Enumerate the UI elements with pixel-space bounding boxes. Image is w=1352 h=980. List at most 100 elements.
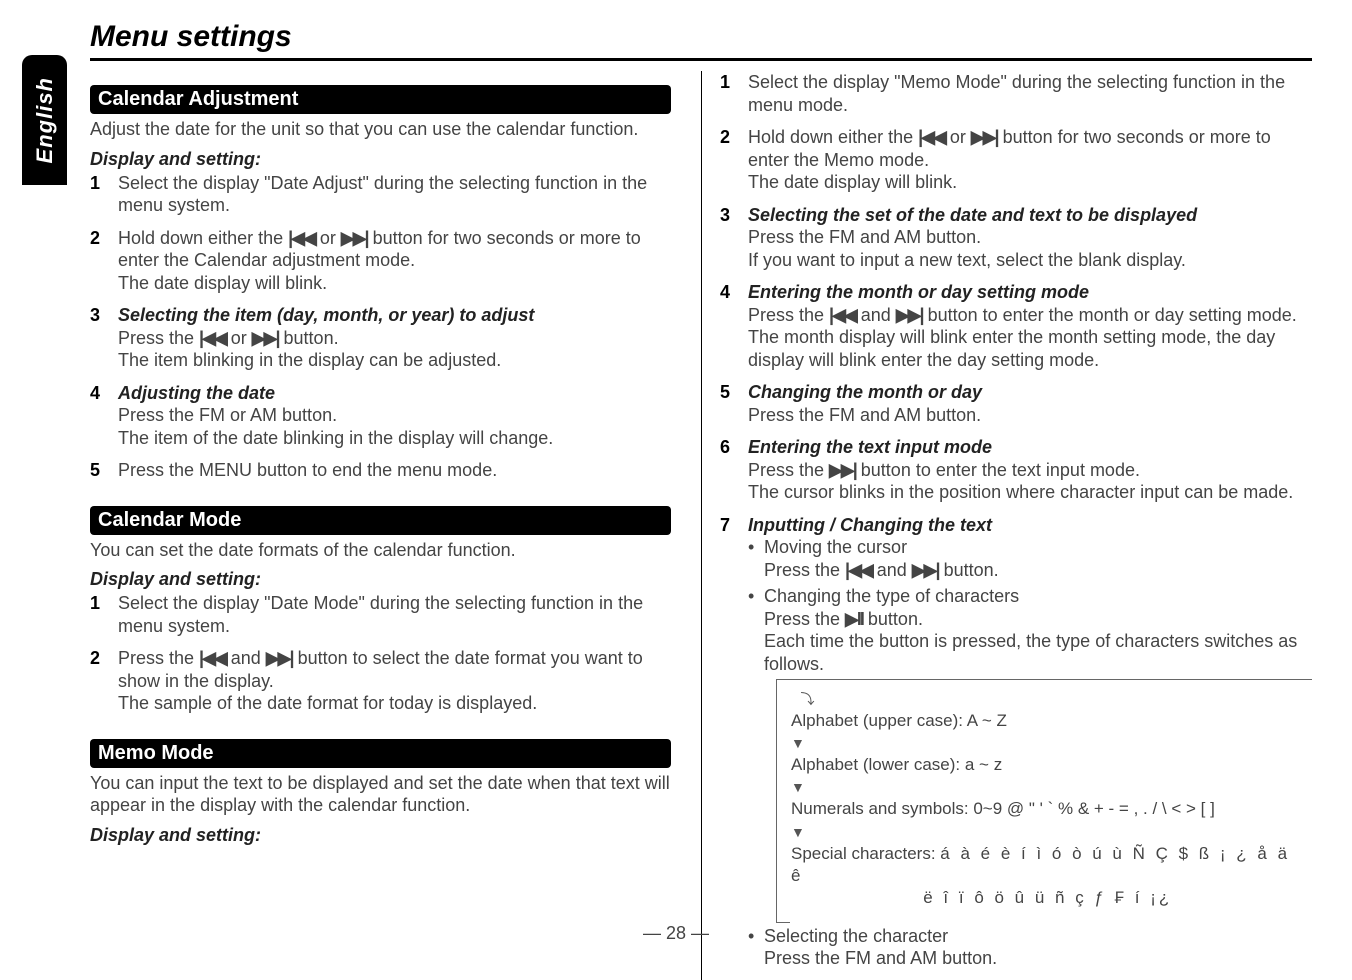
step-text: If you want to input a new text, select … <box>748 250 1186 270</box>
next-track-icon: ▶▶| <box>896 305 923 325</box>
next-track-icon: ▶▶| <box>971 127 998 147</box>
bullet-text: Press the <box>764 609 845 629</box>
step-subtitle: Entering the month or day setting mode <box>748 281 1312 304</box>
step-text: and <box>856 305 896 325</box>
step-text: Hold down either the <box>748 127 918 147</box>
flow-return-line <box>776 913 790 923</box>
page-number: — 28 — <box>643 923 709 944</box>
step-text: The sample of the date format for today … <box>118 693 537 713</box>
section-calendar-mode: Calendar Mode <box>90 506 671 535</box>
step-item: Inputting / Changing the text Moving the… <box>720 514 1312 970</box>
arrow-down-icon: ▼ <box>791 824 805 840</box>
step-text: Select the display "Date Mode" during th… <box>118 593 643 636</box>
step-text: button. <box>279 328 339 348</box>
next-track-icon: ▶▶| <box>266 648 293 668</box>
step-item: Entering the month or day setting mode P… <box>720 281 1312 371</box>
step-text: Press the FM and AM button. <box>748 405 981 425</box>
bullet-text: Selecting the character <box>764 926 948 946</box>
step-text: or <box>315 228 341 248</box>
step-text: Press the FM or AM button. <box>118 405 337 425</box>
step-text: or <box>945 127 971 147</box>
special-chars: ë î ï ô ö û ü ñ ç ƒ ₣ í ¡¿ <box>923 888 1172 907</box>
step-item: Select the display "Date Adjust" during … <box>90 172 683 217</box>
step-text: The cursor blinks in the position where … <box>748 482 1293 502</box>
section-calendar-adjustment: Calendar Adjustment <box>90 85 671 114</box>
step-text: Press the <box>118 328 199 348</box>
step-subtitle: Selecting the set of the date and text t… <box>748 204 1312 227</box>
step-text: Select the display "Date Adjust" during … <box>118 173 647 216</box>
bullet-text: Press the <box>764 560 845 580</box>
bullet-text: and <box>872 560 912 580</box>
section-memo-mode: Memo Mode <box>90 739 671 768</box>
step-item: Press the |◀◀ and ▶▶| button to select t… <box>90 647 683 715</box>
step-subtitle: Entering the text input mode <box>748 436 1312 459</box>
step-text: Press the <box>748 305 829 325</box>
step-item: Entering the text input mode Press the ▶… <box>720 436 1312 504</box>
bullet-item: Changing the type of characters Press th… <box>748 585 1312 675</box>
steps-list: Select the display "Date Adjust" during … <box>90 172 683 482</box>
step-subtitle: Selecting the item (day, month, or year)… <box>118 304 683 327</box>
display-setting-label: Display and setting: <box>90 569 683 590</box>
flow-line: Special characters: <box>791 844 940 863</box>
step-text: Press the MENU button to end the menu mo… <box>118 460 497 480</box>
step-text: or <box>226 328 252 348</box>
prev-track-icon: |◀◀ <box>918 127 945 147</box>
bullet-text: Changing the type of characters <box>764 586 1019 606</box>
step-text: Select the display "Memo Mode" during th… <box>748 72 1285 115</box>
step-subtitle: Adjusting the date <box>118 382 683 405</box>
step-item: Select the display "Date Mode" during th… <box>90 592 683 637</box>
bullet-text: Moving the cursor <box>764 537 907 557</box>
arrow-down-icon: ▼ <box>791 779 805 795</box>
step-item: Selecting the item (day, month, or year)… <box>90 304 683 372</box>
step-text: Press the FM and AM button. <box>748 227 981 247</box>
arrow-down-icon: ⤵ <box>800 691 814 707</box>
step-item: Hold down either the |◀◀ or ▶▶| button f… <box>720 126 1312 194</box>
step-text: Press the <box>118 648 199 668</box>
step-text: button to enter the text input mode. <box>856 460 1140 480</box>
bullet-item: Selecting the character Press the FM and… <box>748 925 1312 970</box>
next-track-icon: ▶▶| <box>912 560 939 580</box>
flow-line: Alphabet (upper case): A ~ Z <box>791 711 1007 730</box>
step-text: Press the <box>748 460 829 480</box>
display-setting-label: Display and setting: <box>90 825 683 846</box>
flow-line: Alphabet (lower case): a ~ z <box>791 755 1002 774</box>
next-track-icon: ▶▶| <box>829 460 856 480</box>
lead-text: You can set the date formats of the cale… <box>90 539 683 562</box>
display-setting-label: Display and setting: <box>90 149 683 170</box>
step-text: The item blinking in the display can be … <box>118 350 501 370</box>
step-subtitle: Changing the month or day <box>748 381 1312 404</box>
bullet-text: button. <box>939 560 999 580</box>
next-track-icon: ▶▶| <box>252 328 279 348</box>
bullet-item: Moving the cursor Press the |◀◀ and ▶▶| … <box>748 536 1312 581</box>
step-text: The date display will blink. <box>118 273 327 293</box>
flow-line: Numerals and symbols: 0~9 @ " ' ` % & + … <box>791 799 1215 818</box>
prev-track-icon: |◀◀ <box>199 648 226 668</box>
bullet-text: Press the FM and AM button. <box>764 948 997 968</box>
steps-list: Select the display "Date Mode" during th… <box>90 592 683 715</box>
step-text: The item of the date blinking in the dis… <box>118 428 553 448</box>
character-flow-box: ⤵ Alphabet (upper case): A ~ Z ▼ Alphabe… <box>776 679 1312 913</box>
page-title: Menu settings <box>90 20 1312 61</box>
step-text: The month display will blink enter the m… <box>748 327 1275 370</box>
lead-text: Adjust the date for the unit so that you… <box>90 118 683 141</box>
step-text: Hold down either the <box>118 228 288 248</box>
step-item: Selecting the set of the date and text t… <box>720 204 1312 272</box>
step-item: Adjusting the date Press the FM or AM bu… <box>90 382 683 450</box>
step-item: Changing the month or day Press the FM a… <box>720 381 1312 426</box>
step-text: button to enter the month or day setting… <box>923 305 1297 325</box>
lead-text: You can input the text to be displayed a… <box>90 772 683 817</box>
prev-track-icon: |◀◀ <box>288 228 315 248</box>
play-pause-icon: ▶II <box>845 609 863 629</box>
language-tab-label: English <box>32 77 58 163</box>
step-text: and <box>226 648 266 668</box>
bullet-text: Each time the button is pressed, the typ… <box>764 631 1297 674</box>
step-item: Select the display "Memo Mode" during th… <box>720 71 1312 116</box>
next-track-icon: ▶▶| <box>341 228 368 248</box>
step-item: Press the MENU button to end the menu mo… <box>90 459 683 482</box>
prev-track-icon: |◀◀ <box>829 305 856 325</box>
prev-track-icon: |◀◀ <box>845 560 872 580</box>
step-item: Hold down either the |◀◀ or ▶▶| button f… <box>90 227 683 295</box>
bullet-text: button. <box>863 609 923 629</box>
step-text: The date display will blink. <box>748 172 957 192</box>
language-tab: English <box>22 55 67 185</box>
